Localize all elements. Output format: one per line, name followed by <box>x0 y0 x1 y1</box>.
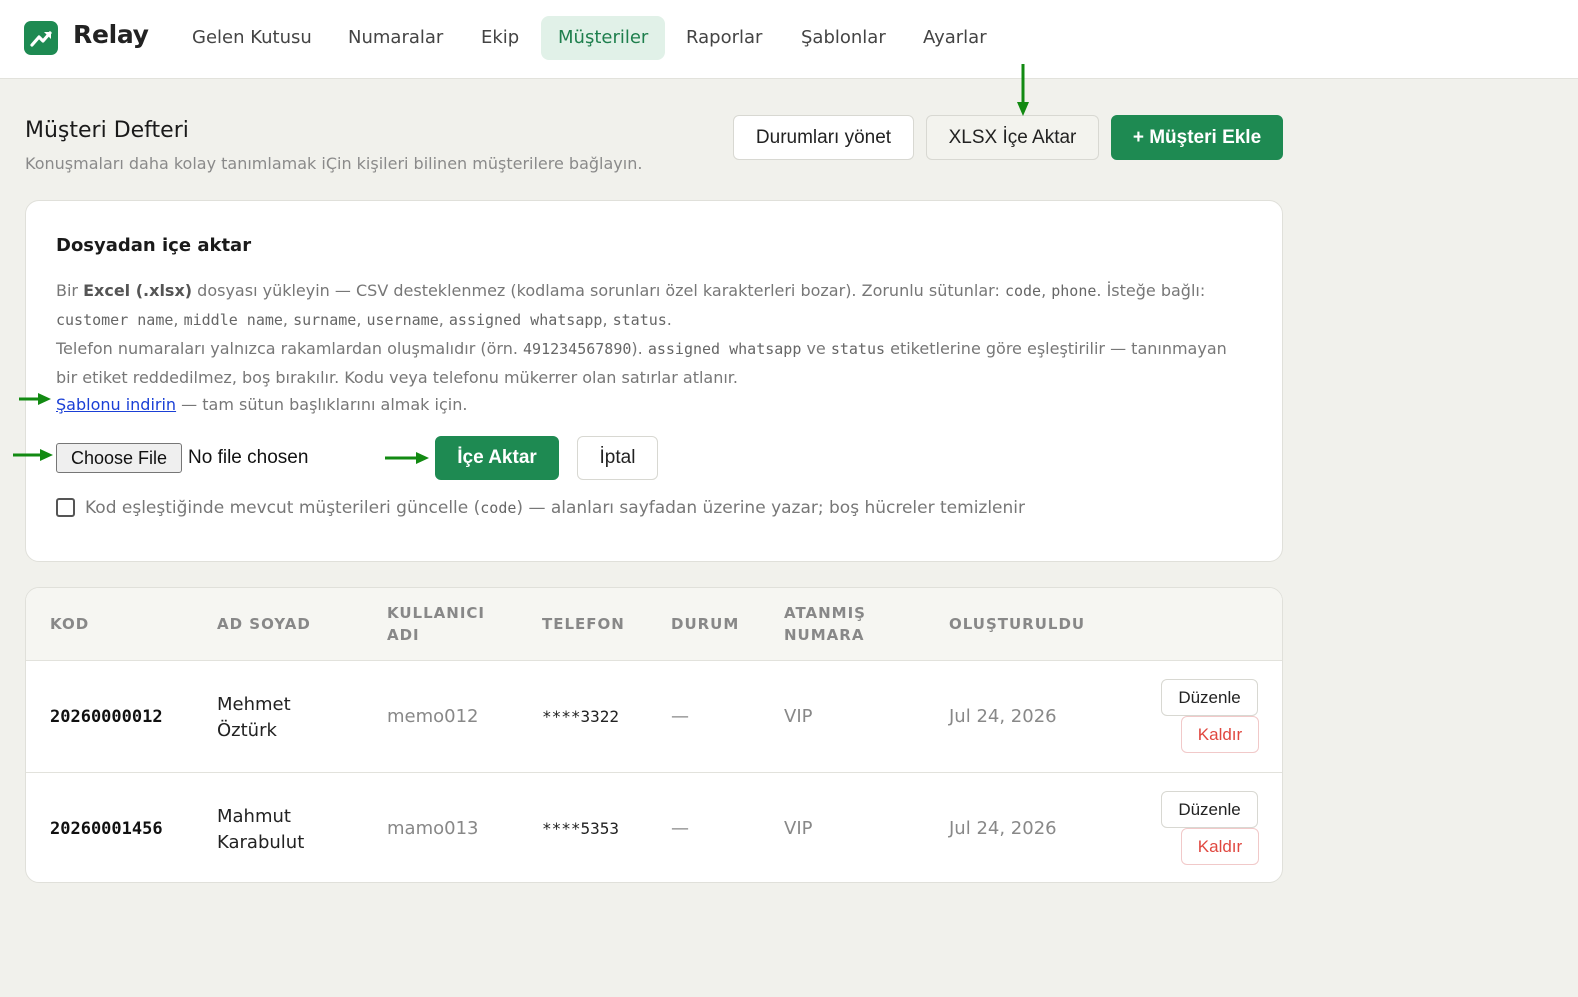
column-header-username: KULLANICI ADI <box>387 604 485 644</box>
import-xlsx-button[interactable]: XLSX İçe Aktar <box>926 115 1099 160</box>
table-row: 20260000012 Mehmet Öztürk memo012 ****332… <box>26 661 1282 772</box>
remove-customer-button[interactable]: Kaldır <box>1181 716 1259 753</box>
page-title: Müşteri Defteri <box>25 118 189 143</box>
customer-phone: ****3322 <box>542 707 620 726</box>
app-name: Relay <box>73 20 149 49</box>
import-card-title: Dosyadan içe aktar <box>56 235 252 256</box>
nav-item-customers[interactable]: Müşteriler <box>541 16 666 60</box>
column-header-created: OLUŞTURULDU <box>949 615 1086 633</box>
import-description-line-1: Bir Excel (.xlsx) dosyası yükleyin — CSV… <box>56 281 1206 300</box>
customer-code: 20260001456 <box>50 819 163 839</box>
cancel-import-button[interactable]: İptal <box>577 436 658 480</box>
customer-assigned-number: VIP <box>784 818 813 839</box>
customer-name: Mahmut Karabulut <box>217 806 305 853</box>
template-download-line: Şablonu indirin — tam sütun başlıklarını… <box>56 395 468 414</box>
table-header: KOD AD SOYAD KULLANICI ADI TELEFON DURUM … <box>26 588 1282 661</box>
add-customer-button[interactable]: + Müşteri Ekle <box>1111 115 1283 160</box>
import-description-line-3: Telefon numaraları yalnızca rakamlardan … <box>56 339 1227 358</box>
update-existing-checkbox[interactable] <box>56 498 75 517</box>
choose-file-button[interactable]: Choose File <box>56 443 182 473</box>
annotation-arrow-right-icon <box>19 393 51 405</box>
customer-username: mamo013 <box>387 818 479 839</box>
nav-item-team[interactable]: Ekip <box>464 16 536 60</box>
annotation-arrow-right-icon <box>13 449 53 461</box>
nav-item-reports[interactable]: Raporlar <box>669 16 779 60</box>
column-header-status: DURUM <box>671 615 740 633</box>
column-header-phone: TELEFON <box>542 615 625 633</box>
annotation-arrow-down-icon <box>1017 64 1029 116</box>
import-description-line-4: bir etiket reddedilmez, boş bırakılır. K… <box>56 368 738 387</box>
customer-created-date: Jul 24, 2026 <box>949 818 1057 839</box>
customer-name: Mehmet Öztürk <box>217 694 291 741</box>
edit-customer-button[interactable]: Düzenle <box>1161 791 1258 828</box>
manage-statuses-button[interactable]: Durumları yönet <box>733 115 914 160</box>
relay-logo-icon[interactable] <box>24 21 58 55</box>
import-description-line-2: customer name, middle name, surname, use… <box>56 310 672 329</box>
nav-item-numbers[interactable]: Numaralar <box>331 16 460 60</box>
annotation-arrow-right-icon <box>385 452 429 464</box>
customers-table: KOD AD SOYAD KULLANICI ADI TELEFON DURUM … <box>25 587 1283 883</box>
import-card: Dosyadan içe aktar Bir Excel (.xlsx) dos… <box>25 200 1283 562</box>
customer-status: — <box>671 706 689 727</box>
file-status-text: No file chosen <box>188 447 309 468</box>
customer-phone: ****5353 <box>542 819 620 838</box>
remove-customer-button[interactable]: Kaldır <box>1181 828 1259 865</box>
customer-created-date: Jul 24, 2026 <box>949 706 1057 727</box>
page-subtitle: Konuşmaları daha kolay tanımlamak iÇin k… <box>25 154 643 173</box>
customer-code: 20260000012 <box>50 707 163 727</box>
customer-assigned-number: VIP <box>784 706 813 727</box>
import-submit-button[interactable]: İçe Aktar <box>435 436 559 480</box>
customer-status: — <box>671 818 689 839</box>
customer-username: memo012 <box>387 706 479 727</box>
update-existing-label: Kod eşleştiğinde mevcut müşterileri günc… <box>85 498 1026 518</box>
table-row: 20260001456 Mahmut Karabulut mamo013 ****… <box>26 772 1282 882</box>
nav-item-inbox[interactable]: Gelen Kutusu <box>175 16 329 60</box>
edit-customer-button[interactable]: Düzenle <box>1161 679 1258 716</box>
column-header-code: KOD <box>50 615 90 633</box>
column-header-assigned-number: ATANMIŞ NUMARA <box>784 604 866 644</box>
nav-item-settings[interactable]: Ayarlar <box>906 16 1004 60</box>
download-template-link[interactable]: Şablonu indirin <box>56 395 176 414</box>
nav-item-templates[interactable]: Şablonlar <box>784 16 903 60</box>
top-navbar: Relay Gelen Kutusu Numaralar Ekip Müşter… <box>0 0 1578 79</box>
column-header-name: AD SOYAD <box>217 615 311 633</box>
